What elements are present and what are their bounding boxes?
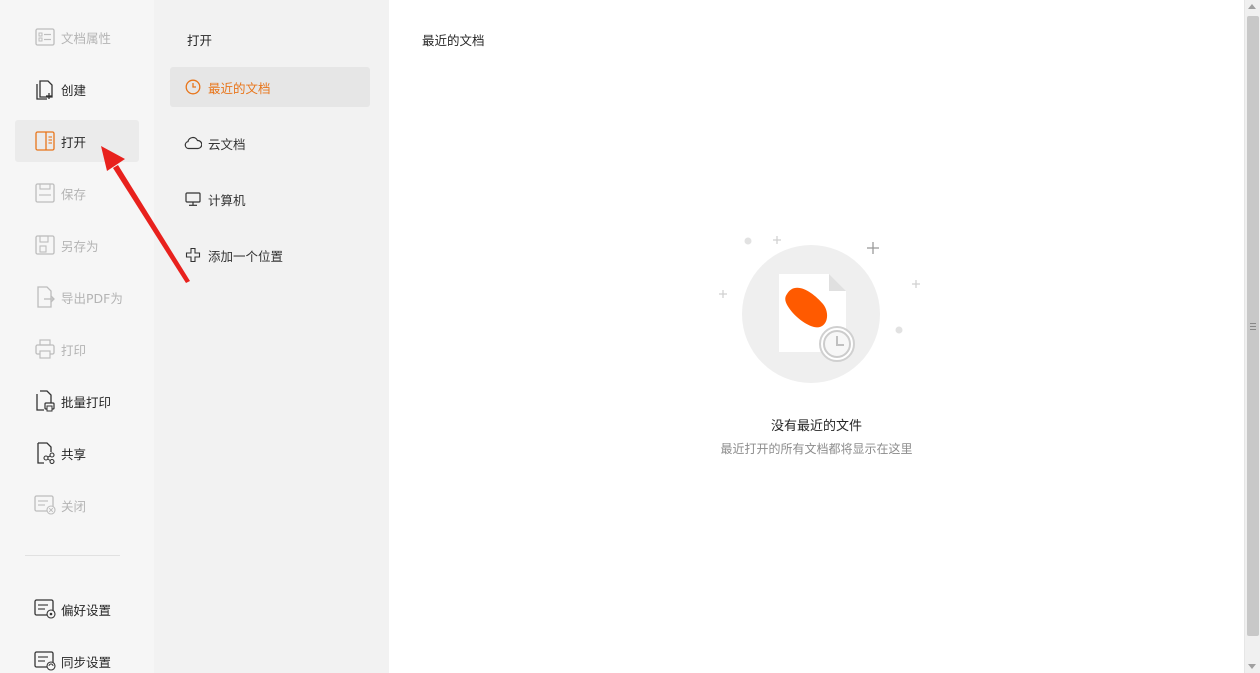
nav-item-label: 同步设置 [61, 654, 112, 670]
share-icon [34, 442, 56, 464]
nav-item-label: 偏好设置 [61, 602, 112, 618]
recent-documents-area: 最近的文档 没有最近的文件 最近打开的所有文档都将显示在这里 [389, 0, 1244, 673]
monitor-icon [184, 190, 202, 208]
clock-icon [184, 78, 202, 96]
scroll-up-arrow-icon[interactable] [1248, 4, 1256, 9]
plus-icon [184, 246, 202, 264]
nav-item-label: 共享 [61, 446, 87, 462]
open-locations-panel: 打开 最近的文档 云文档 计算机 添加一个位置 [154, 0, 389, 673]
nav-item-close[interactable]: 关闭 [15, 484, 139, 526]
location-computer[interactable]: 计算机 [170, 179, 370, 219]
nav-item-label: 导出PDF为 [61, 290, 123, 306]
left-navigation: 文档属性 创建 打开 保存 另存为 导出PDF为 打印 批量打印 共享 关闭 偏… [0, 0, 154, 673]
location-label: 添加一个位置 [208, 248, 284, 264]
nav-item-share[interactable]: 共享 [15, 432, 139, 474]
nav-item-preferences[interactable]: 偏好设置 [15, 588, 139, 630]
sync-settings-icon [34, 650, 56, 672]
scroll-down-arrow-icon[interactable] [1248, 664, 1256, 669]
save-as-icon [34, 234, 56, 256]
preferences-icon [34, 598, 56, 620]
location-cloud-documents[interactable]: 云文档 [170, 123, 370, 163]
scrollbar-thumb[interactable] [1247, 16, 1259, 636]
nav-item-label: 打印 [61, 342, 87, 358]
batch-print-icon [34, 390, 56, 412]
location-label: 云文档 [208, 136, 246, 152]
location-recent-documents[interactable]: 最近的文档 [170, 67, 370, 107]
scrollbar-grip-icon [1250, 323, 1256, 330]
vertical-scrollbar[interactable] [1244, 0, 1260, 673]
location-label: 最近的文档 [208, 80, 271, 96]
nav-item-label: 创建 [61, 82, 87, 98]
nav-item-create[interactable]: 创建 [15, 68, 139, 110]
empty-state-illustration [709, 228, 929, 398]
empty-state-subtitle: 最近打开的所有文档都将显示在这里 [720, 442, 913, 456]
nav-item-label: 关闭 [61, 498, 87, 514]
close-document-icon [34, 494, 56, 516]
nav-item-save-as[interactable]: 另存为 [15, 224, 139, 266]
nav-item-label: 保存 [61, 186, 87, 202]
nav-item-label: 另存为 [61, 238, 99, 254]
nav-item-batch-print[interactable]: 批量打印 [15, 380, 139, 422]
cloud-icon [184, 134, 202, 152]
open-book-icon [34, 130, 56, 152]
empty-state-title: 没有最近的文件 [770, 419, 862, 434]
save-icon [34, 182, 56, 204]
print-icon [34, 338, 56, 360]
document-properties-icon [34, 26, 56, 48]
nav-item-print[interactable]: 打印 [15, 328, 139, 370]
location-label: 计算机 [208, 192, 246, 208]
nav-item-document-properties[interactable]: 文档属性 [15, 16, 139, 58]
nav-item-label: 批量打印 [61, 394, 112, 410]
nav-item-label: 文档属性 [61, 30, 112, 46]
nav-item-export-pdf[interactable]: 导出PDF为 [15, 276, 139, 318]
nav-divider [25, 555, 120, 556]
panel-title: 打开 [187, 33, 213, 48]
nav-item-save[interactable]: 保存 [15, 172, 139, 214]
export-icon [34, 286, 56, 308]
nav-item-label: 打开 [61, 134, 87, 150]
location-add-place[interactable]: 添加一个位置 [170, 235, 370, 275]
nav-item-sync-settings[interactable]: 同步设置 [15, 640, 139, 673]
create-document-icon [34, 78, 56, 100]
nav-item-open[interactable]: 打开 [15, 120, 139, 162]
section-title: 最近的文档 [422, 33, 485, 48]
